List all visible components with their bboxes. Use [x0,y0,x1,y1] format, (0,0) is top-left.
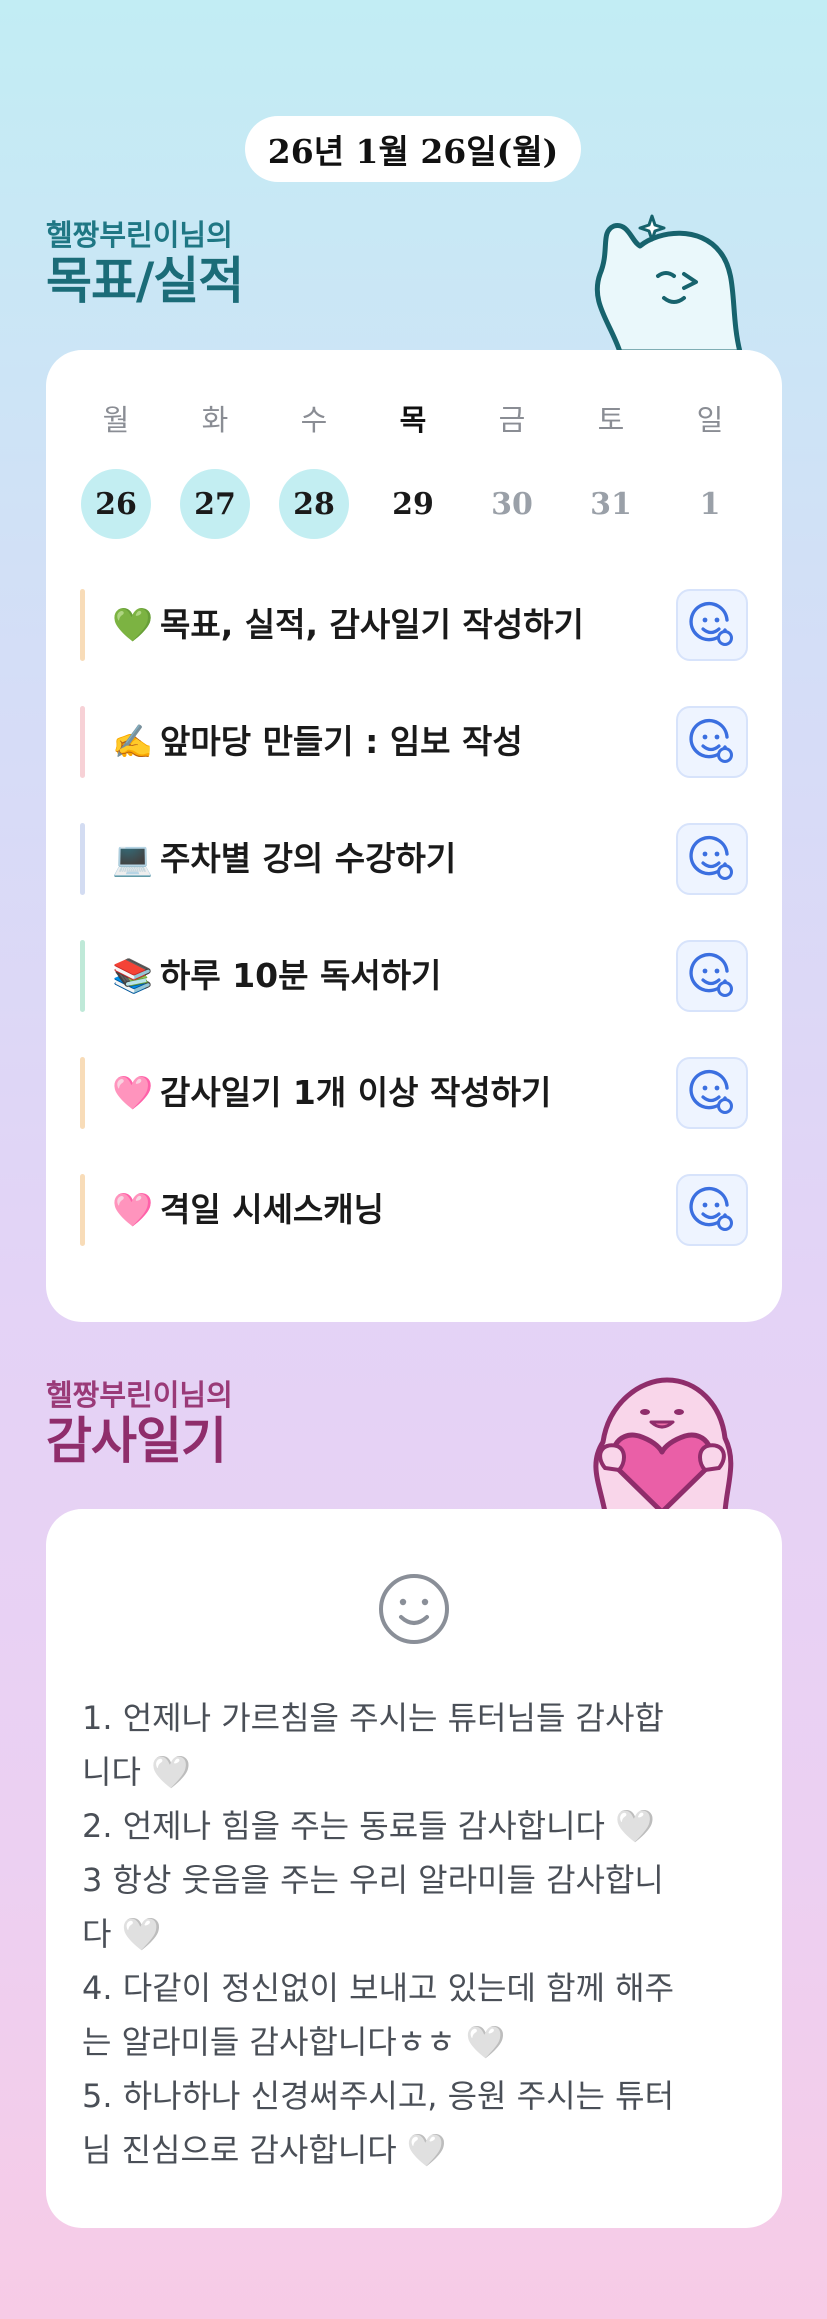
goal-text: 하루 10분 독서하기 [160,956,442,995]
goal-item: 📚 하루 10분 독서하기 [80,940,748,1012]
gratitude-line: 4. 다같이 정신없이 보내고 있는데 함께 해주 [82,1969,675,2007]
goal-label: 💻 주차별 강의 수강하기 [112,823,456,895]
gratitude-line: 3 항상 웃음을 주는 우리 알라미들 감사합니 [82,1861,664,1899]
add-reaction-button[interactable] [676,589,748,661]
gratitude-line: 5. 하나하나 신경써주시고, 응원 주시는 튜터 [82,2077,675,2115]
goal-color-bar [80,706,85,778]
weekday-label: 목 [399,403,427,437]
smiley-add-icon [689,952,733,997]
goal-item: 🩷 감사일기 1개 이상 작성하기 [80,1057,748,1129]
smiley-add-icon [689,601,733,646]
weekday-thu: 목 29 [378,400,448,539]
gratitude-line: 2. 언제나 힘을 주는 동료들 감사합니다 🤍 [82,1807,656,1845]
goal-color-bar [80,1057,85,1129]
goals-section-subtitle: 헬짱부린이님의 [46,218,233,252]
day-29[interactable]: 29 [378,469,448,539]
pink-heart-icon: 🩷 [112,1073,154,1112]
gratitude-line: 다 🤍 [82,1915,162,1953]
weekday-sat: 토 31 [576,400,646,539]
goal-item: 💚 목표, 실적, 감사일기 작성하기 [80,589,748,661]
green-heart-icon: 💚 [112,605,154,644]
weekday-label: 화 [201,403,229,437]
mascot-heart-hug-icon [593,1377,734,1512]
smiley-add-icon [689,835,733,880]
day-27[interactable]: 27 [180,469,250,539]
smiley-add-icon [689,1069,733,1114]
gratitude-line: 는 알라미들 감사합니다ㅎㅎ 🤍 [82,2023,506,2061]
mascot-ghost-icon [594,214,743,352]
week-strip: 월 26 화 27 수 28 목 29 금 30 토 31 일 1 [81,400,747,539]
laptop-icon: 💻 [112,839,154,878]
goal-label: 🩷 감사일기 1개 이상 작성하기 [112,1057,551,1129]
day-30[interactable]: 30 [477,469,547,539]
goal-text: 주차별 강의 수강하기 [160,839,457,878]
gratitude-section-title: 감사일기 [46,1412,227,1470]
date-pill: 26년 1월 26일(월) [245,116,581,182]
gratitude-section-header: 헬짱부린이님의 감사일기 [46,1378,233,1470]
gratitude-line: 1. 언제나 가르침을 주시는 튜터님들 감사합 [82,1699,664,1737]
weekday-label: 금 [498,403,526,437]
goal-text: 앞마당 만들기 : 임보 작성 [160,722,523,761]
add-reaction-button[interactable] [676,823,748,895]
smiley-add-icon [689,718,733,763]
goal-label: ✍️ 앞마당 만들기 : 임보 작성 [112,706,523,778]
books-icon: 📚 [112,956,154,995]
goal-text: 감사일기 1개 이상 작성하기 [160,1073,552,1112]
goals-section-header: 헬짱부린이님의 목표/실적 [46,218,244,310]
add-reaction-button[interactable] [676,1174,748,1246]
weekday-label: 수 [300,403,328,437]
pink-heart-icon: 🩷 [112,1190,154,1229]
day-31[interactable]: 31 [576,469,646,539]
goal-color-bar [80,940,85,1012]
goal-label: 💚 목표, 실적, 감사일기 작성하기 [112,589,584,661]
goal-color-bar [80,823,85,895]
gratitude-line: 님 진심으로 감사합니다 🤍 [82,2131,447,2169]
weekday-label: 월 [102,403,130,437]
goals-section-title: 목표/실적 [46,252,244,310]
smiley-add-icon [689,1186,733,1231]
gratitude-line: 니다 🤍 [82,1753,191,1791]
writing-hand-icon: ✍️ [112,722,154,761]
goal-item: 🩷 격일 시세스캐닝 [80,1174,748,1246]
goals-card: 월 26 화 27 수 28 목 29 금 30 토 31 일 1 💚 목표, 실 [46,350,782,1322]
weekday-label: 토 [597,403,625,437]
goal-text: 목표, 실적, 감사일기 작성하기 [160,605,584,644]
gratitude-card: 1. 언제나 가르침을 주시는 튜터님들 감사합 니다 🤍 2. 언제나 힘을 … [46,1509,782,2228]
goal-label: 🩷 격일 시세스캐닝 [112,1174,384,1246]
weekday-tue: 화 27 [180,400,250,539]
weekday-wed: 수 28 [279,400,349,539]
add-reaction-button[interactable] [676,706,748,778]
goal-item: ✍️ 앞마당 만들기 : 임보 작성 [80,706,748,778]
weekday-label: 일 [696,403,724,437]
weekday-mon: 월 26 [81,400,151,539]
goal-text: 격일 시세스캐닝 [160,1190,385,1229]
day-26[interactable]: 26 [81,469,151,539]
add-reaction-button[interactable] [676,1057,748,1129]
add-reaction-button[interactable] [676,940,748,1012]
gratitude-entries: 1. 언제나 가르침을 주시는 튜터님들 감사합 니다 🤍 2. 언제나 힘을 … [82,1691,752,2177]
smiley-icon [379,1574,449,1644]
goal-label: 📚 하루 10분 독서하기 [112,940,441,1012]
goal-color-bar [80,1174,85,1246]
gratitude-section-subtitle: 헬짱부린이님의 [46,1378,233,1412]
weekday-fri: 금 30 [477,400,547,539]
weekday-sun: 일 1 [675,400,745,539]
goal-item: 💻 주차별 강의 수강하기 [80,823,748,895]
goal-color-bar [80,589,85,661]
day-1[interactable]: 1 [675,469,745,539]
day-28[interactable]: 28 [279,469,349,539]
